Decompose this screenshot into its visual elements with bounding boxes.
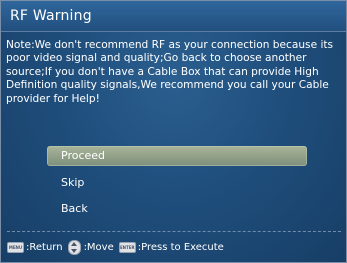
menu-item-skip[interactable]: Skip: [47, 173, 307, 193]
footer-help: MENU :Return :Move ENTER :Press to Execu…: [7, 239, 229, 255]
menu-item-label: Proceed: [61, 149, 106, 162]
menu-item-proceed[interactable]: Proceed: [47, 146, 307, 166]
execute-hint: :Press to Execute: [137, 241, 224, 253]
footer-divider: [7, 231, 341, 232]
menu-item-label: Skip: [61, 176, 85, 189]
menu-key-icon: MENU: [7, 241, 24, 253]
title-bar: RF Warning: [1, 1, 346, 31]
return-hint: :Return: [26, 241, 63, 253]
move-hint: :Move: [83, 241, 114, 253]
menu-item-back[interactable]: Back: [47, 199, 307, 219]
up-down-key-icon: [67, 239, 81, 255]
dialog-title: RF Warning: [10, 8, 92, 24]
warning-message: Note:We don't recommend RF as your conne…: [6, 39, 334, 105]
title-divider: [1, 31, 346, 32]
enter-key-icon: ENTER: [118, 241, 136, 253]
rf-warning-dialog: RF Warning Note:We don't recommend RF as…: [0, 0, 347, 263]
menu-item-label: Back: [61, 202, 88, 215]
